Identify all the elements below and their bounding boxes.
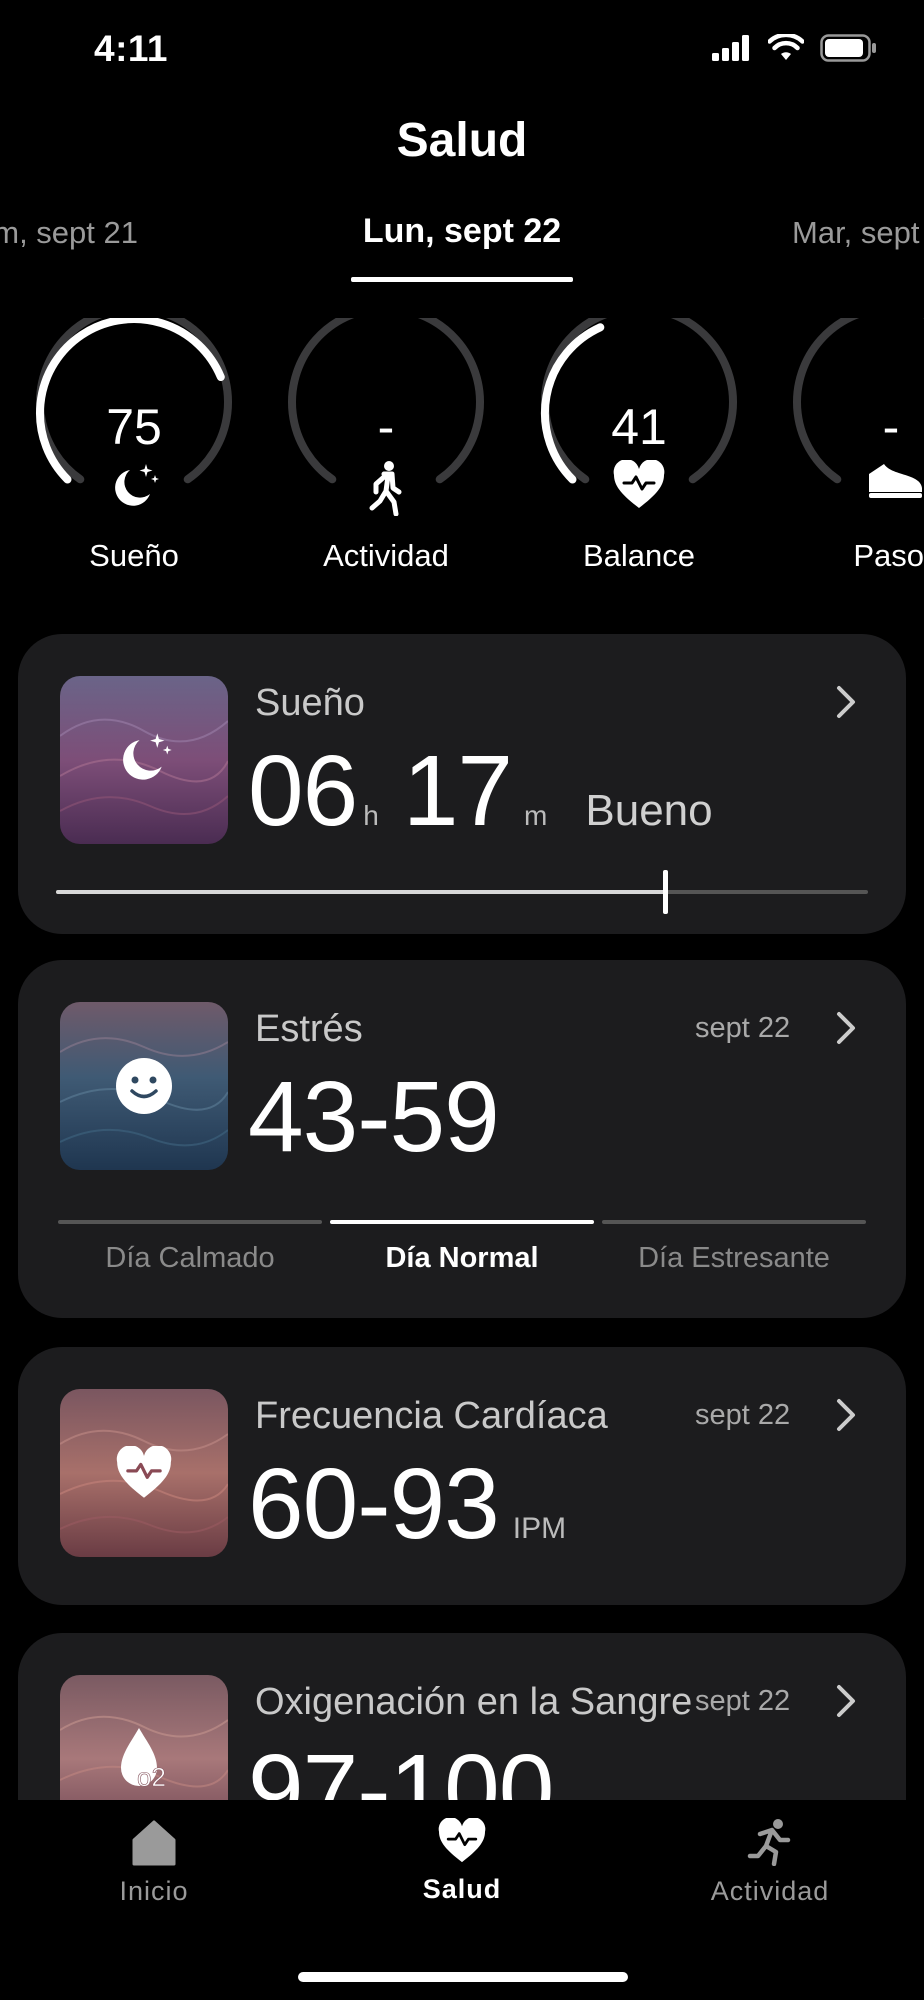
nav-label-actividad: Actividad [710, 1876, 830, 1906]
moon-stars-icon [34, 460, 234, 520]
chevron-right-icon[interactable] [833, 682, 859, 722]
heart-pulse-icon [60, 1389, 228, 1557]
sleep-hours: 06 [248, 735, 358, 847]
heart-rate-unit: IPM [512, 1512, 567, 1545]
sleep-quality: Bueno [585, 786, 713, 835]
signal-icon [712, 35, 749, 61]
sleep-progress-fill [56, 890, 665, 894]
home-indicator [298, 1972, 628, 1982]
status-icons [712, 34, 878, 62]
ring-value-pasos: - [882, 399, 900, 455]
chevron-right-icon[interactable] [833, 1681, 859, 1721]
moon-stars-icon [60, 676, 228, 844]
heart-rate-card[interactable]: Frecuencia Cardíaca sept 22 60-93 IPM [18, 1347, 906, 1605]
wifi-icon [768, 34, 804, 60]
heart-pulse-icon [438, 1818, 486, 1863]
sleep-title: Sueño [255, 682, 365, 724]
nav-label-salud: Salud [422, 1874, 502, 1904]
ring-value-sueno: 75 [106, 399, 162, 455]
ring-label-balance: Balance [582, 538, 696, 573]
date-selected-indicator [351, 277, 573, 282]
page-title: Salud [396, 114, 528, 167]
battery-icon [820, 34, 876, 62]
stress-value: 43-59 [248, 1061, 500, 1173]
stress-title: Estrés [255, 1008, 363, 1050]
sleep-card[interactable]: Sueño 06 h 17 m Bueno [18, 634, 906, 934]
nav-item-inicio[interactable]: Inicio [54, 1818, 254, 1907]
nav-label-inicio: Inicio [119, 1876, 189, 1906]
home-icon [132, 1820, 176, 1866]
stress-card[interactable]: Estrés sept 22 43-59 Día Calmado Día Nor… [18, 960, 906, 1318]
sleep-hours-unit: h [363, 800, 379, 831]
heart-rate-thumbnail [60, 1389, 228, 1557]
spo2-title: Oxigenación en la Sangre [255, 1681, 693, 1723]
sleep-duration: 06 h 17 m Bueno [248, 734, 713, 849]
ring-value-actividad: - [377, 399, 395, 455]
stress-segment-stressful-label: Día Estresante [638, 1242, 830, 1274]
stress-thumbnail [60, 1002, 228, 1170]
heart-rate-title: Frecuencia Cardíaca [255, 1395, 608, 1437]
date-current-tab[interactable]: Lun, sept 22 [0, 212, 924, 251]
stress-segment-normal-bar [330, 1220, 594, 1224]
ring-value-balance: 41 [611, 399, 667, 455]
run-icon [747, 1819, 791, 1866]
sleep-progress-track [56, 870, 868, 914]
heart-rate-reading: 60-93 IPM [248, 1447, 566, 1562]
sleep-minutes-unit: m [524, 800, 548, 831]
stress-segment-normal-label: Día Normal [385, 1242, 539, 1274]
status-time: 4:11 [94, 28, 169, 69]
shoe-icon [791, 460, 924, 520]
stress-segment-calm-label: Día Calmado [105, 1242, 275, 1274]
ring-label-pasos: Paso [853, 538, 924, 573]
spo2-icon-text: o2 [137, 1762, 166, 1792]
spo2-date: sept 22 [695, 1685, 791, 1717]
stress-date: sept 22 [695, 1012, 791, 1044]
stress-segment-stressful-bar [602, 1220, 866, 1224]
ring-label-sueno: Sueño [89, 538, 179, 573]
ring-label-actividad: Actividad [323, 538, 449, 573]
heart-pulse-icon [539, 460, 739, 520]
heart-rate-value: 60-93 [248, 1448, 500, 1560]
nav-item-actividad[interactable]: Actividad [670, 1818, 870, 1907]
stress-segment-calm-bar [58, 1220, 322, 1224]
smiley-icon [60, 1002, 228, 1170]
heart-rate-date: sept 22 [695, 1399, 791, 1431]
chevron-right-icon[interactable] [833, 1008, 859, 1048]
walk-icon [286, 460, 486, 520]
chevron-right-icon[interactable] [833, 1395, 859, 1435]
sleep-thumbnail [60, 676, 228, 844]
sleep-progress-marker [663, 870, 668, 914]
sleep-minutes: 17 [402, 735, 513, 847]
date-next-tab[interactable]: Mar, sept [792, 215, 920, 251]
nav-item-salud[interactable]: Salud [362, 1818, 562, 1905]
